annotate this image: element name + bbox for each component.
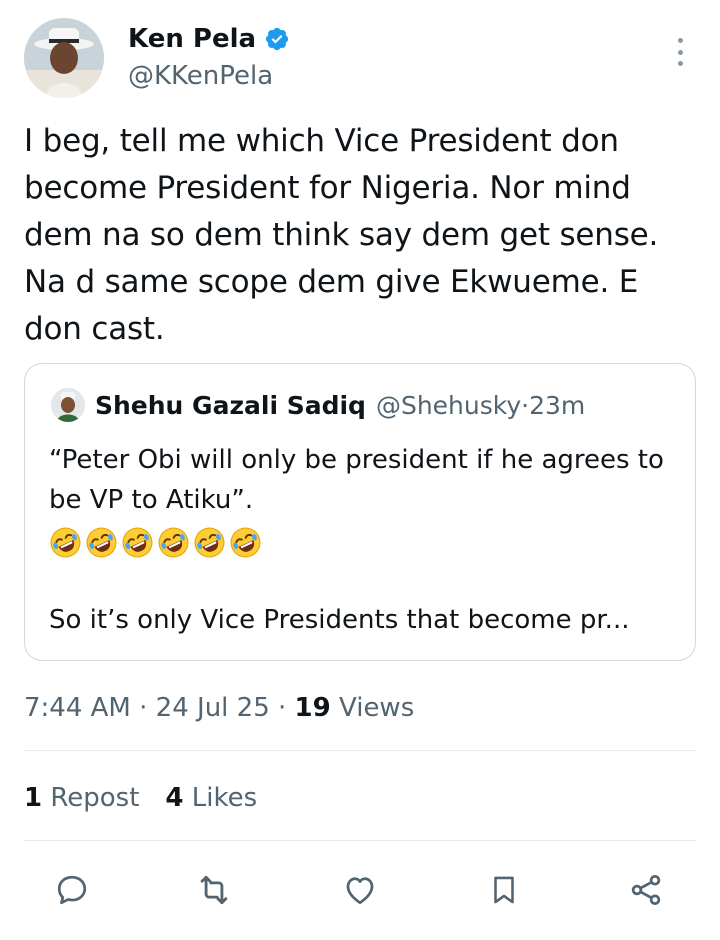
tweet-date[interactable]: 24 Jul 25 bbox=[156, 693, 270, 723]
likes-label: Likes bbox=[183, 783, 258, 813]
tweet-time[interactable]: 7:44 AM bbox=[24, 693, 131, 723]
quoted-author-name: Shehu Gazali Sadiq bbox=[95, 390, 366, 420]
reposts-stat[interactable]: 1 Repost bbox=[24, 780, 139, 816]
rolling-laughing-emoji bbox=[193, 526, 226, 559]
author-display-name[interactable]: Ken Pela bbox=[128, 22, 256, 56]
quoted-tweet-time: 23m bbox=[529, 390, 586, 420]
quoted-tweet-header: Shehu Gazali Sadiq @Shehusky · 23m bbox=[51, 388, 585, 422]
rolling-laughing-emoji bbox=[49, 526, 82, 559]
tweet-timestamp-row: 7:44 AM · 24 Jul 25 · 19 Views bbox=[24, 690, 414, 726]
divider bbox=[24, 750, 696, 751]
quoted-tweet-text-line1: “Peter Obi will only be president if he … bbox=[49, 445, 664, 515]
meta-separator: · bbox=[130, 693, 156, 723]
quoted-tweet-body: “Peter Obi will only be president if he … bbox=[49, 440, 679, 640]
likes-count: 4 bbox=[165, 783, 184, 813]
tweet-action-bar bbox=[24, 860, 696, 916]
tweet-author-header: Ken Pela @KKenPela bbox=[24, 18, 696, 102]
reply-icon[interactable] bbox=[50, 868, 94, 912]
views-count: 19 bbox=[294, 693, 331, 723]
quoted-tweet-text-line2: So it’s only Vice Presidents that become… bbox=[49, 605, 630, 635]
meta-separator: · bbox=[521, 390, 530, 420]
quoted-tweet-card[interactable]: Shehu Gazali Sadiq @Shehusky · 23m “Pete… bbox=[24, 363, 696, 661]
share-icon[interactable] bbox=[624, 868, 668, 912]
like-heart-icon[interactable] bbox=[338, 868, 382, 912]
quoted-author-handle: @Shehusky bbox=[375, 390, 522, 420]
views-label: Views bbox=[330, 693, 415, 723]
author-handle[interactable]: @KKenPela bbox=[128, 58, 290, 94]
more-options-icon[interactable] bbox=[672, 38, 688, 66]
rolling-laughing-emoji bbox=[157, 526, 190, 559]
rolling-laughing-emoji bbox=[229, 526, 262, 559]
author-avatar[interactable] bbox=[24, 18, 104, 98]
meta-separator: · bbox=[269, 693, 295, 723]
likes-stat[interactable]: 4 Likes bbox=[165, 780, 257, 816]
reposts-count: 1 bbox=[24, 783, 43, 813]
repost-icon[interactable] bbox=[192, 868, 236, 912]
bookmark-icon[interactable] bbox=[482, 868, 526, 912]
rolling-laughing-emoji bbox=[121, 526, 154, 559]
divider bbox=[24, 840, 696, 841]
reposts-label: Repost bbox=[42, 783, 140, 813]
rolling-laughing-emoji bbox=[85, 526, 118, 559]
engagement-stats: 1 Repost 4 Likes bbox=[24, 780, 257, 816]
quoted-author-avatar bbox=[51, 388, 85, 422]
tweet-text: I beg, tell me which Vice President don … bbox=[24, 123, 659, 347]
author-names: Ken Pela @KKenPela bbox=[128, 22, 290, 94]
verified-badge-icon[interactable] bbox=[264, 26, 290, 52]
emoji-row bbox=[49, 524, 679, 560]
